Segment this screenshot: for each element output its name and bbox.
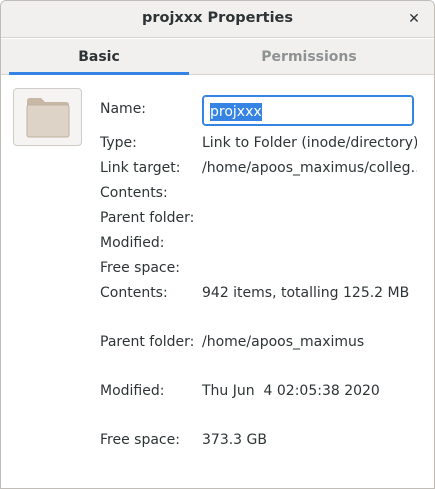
contents-label-empty: Contents: [100,185,168,201]
link-target-label: Link target: [100,160,181,176]
folder-icon-button[interactable] [13,88,82,146]
modified-value: Thu Jun 4 02:05:38 2020 [202,383,380,399]
properties-dialog: projxxx Properties ✕ Basic Permissions N… [0,0,435,489]
name-input[interactable]: projxxx [202,95,414,126]
link-target-value: /home/apoos_maximus/colleg… [202,160,417,176]
tab-permissions[interactable]: Permissions [219,39,399,75]
free-space-label: Free space: [100,432,180,448]
contents-value: 942 items, totalling 125.2 MB [202,285,410,301]
parent-folder-label-empty: Parent folder: [100,210,195,226]
contents-label: Contents: [100,285,168,301]
free-space-label-empty: Free space: [100,260,180,276]
free-space-value: 373.3 GB [202,432,267,448]
folder-icon [26,98,70,138]
tab-basic[interactable]: Basic [9,39,189,75]
parent-folder-value: /home/apoos_maximus [202,334,365,350]
title-bar: projxxx Properties ✕ [1,1,434,38]
modified-label-empty: Modified: [100,235,165,251]
window-title: projxxx Properties [141,10,294,26]
close-button[interactable]: ✕ [404,9,424,29]
name-input-text: projxxx [210,103,262,121]
type-value: Link to Folder (inode/directory) [202,135,417,151]
type-label: Type: [100,135,137,151]
parent-folder-label: Parent folder: [100,334,195,350]
tab-bar: Basic Permissions [1,39,434,75]
modified-label: Modified: [100,383,165,399]
name-label: Name: [100,101,147,117]
